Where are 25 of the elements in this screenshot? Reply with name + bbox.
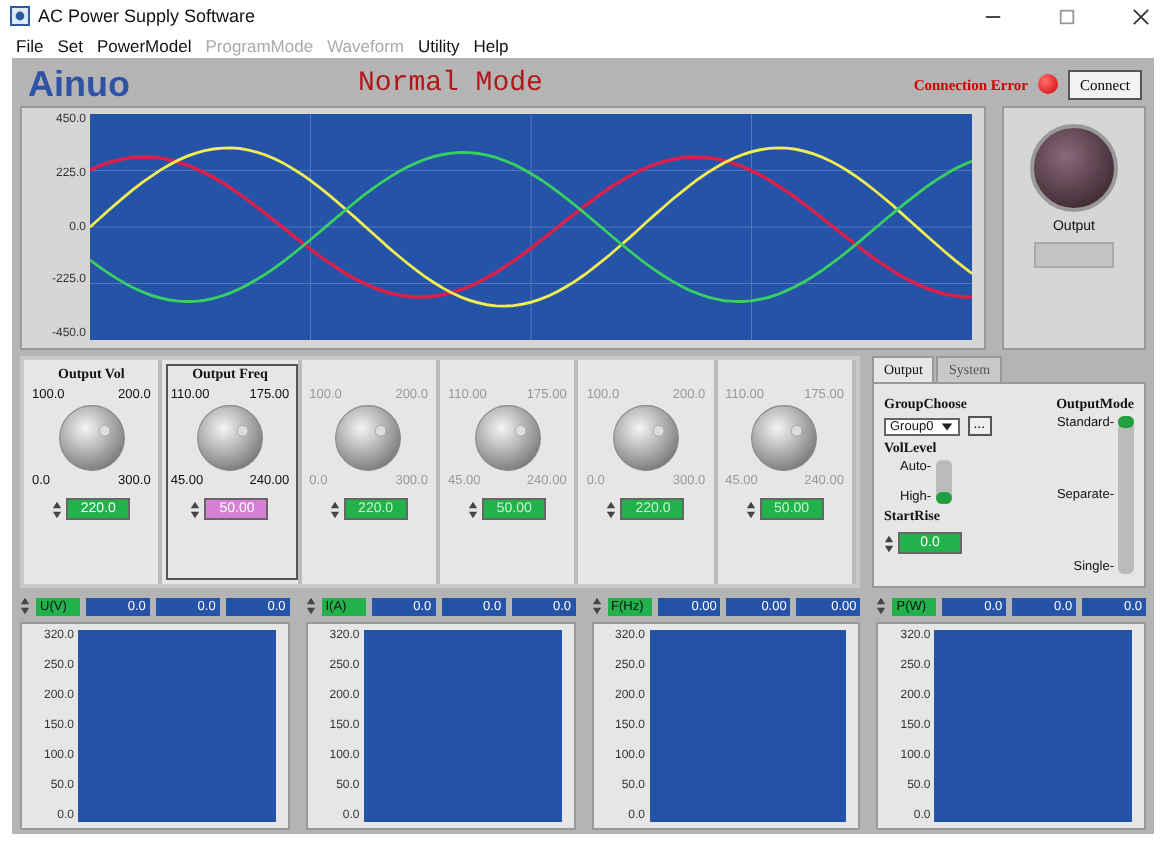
spinner-icon[interactable] bbox=[20, 596, 30, 616]
app-icon bbox=[10, 6, 30, 26]
maximize-icon[interactable] bbox=[1058, 7, 1076, 25]
spinner-icon[interactable] bbox=[884, 533, 894, 553]
menu-item[interactable]: Utility bbox=[418, 35, 460, 55]
knob[interactable] bbox=[55, 402, 128, 474]
output-button[interactable] bbox=[1030, 124, 1118, 212]
knob[interactable] bbox=[193, 402, 266, 474]
logo: Ainuo bbox=[26, 63, 132, 105]
window-title: AC Power Supply Software bbox=[38, 6, 256, 26]
dropdown-arrow-icon bbox=[939, 419, 954, 433]
slider-thumb[interactable] bbox=[1118, 416, 1134, 428]
menu-item[interactable]: Set bbox=[57, 35, 83, 55]
switch-thumb[interactable] bbox=[935, 492, 952, 504]
mode-title: Normal Mode bbox=[358, 68, 545, 100]
status-led bbox=[1038, 74, 1058, 94]
spinner-icon[interactable] bbox=[591, 596, 601, 616]
menu-item[interactable]: PowerModel bbox=[96, 35, 192, 55]
menu-item[interactable]: Help bbox=[473, 35, 509, 55]
spinner-icon[interactable] bbox=[876, 596, 887, 616]
spinner-icon[interactable] bbox=[305, 596, 316, 616]
close-icon[interactable] bbox=[1132, 7, 1150, 25]
menu-item[interactable]: File bbox=[16, 35, 44, 55]
mode-slider[interactable] bbox=[1118, 416, 1134, 574]
level-switch[interactable] bbox=[935, 460, 952, 504]
